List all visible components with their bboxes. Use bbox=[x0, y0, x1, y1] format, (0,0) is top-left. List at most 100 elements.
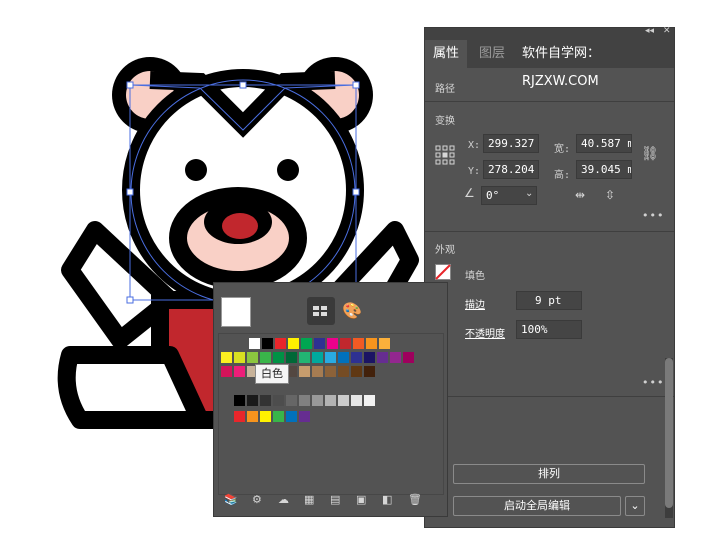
color-swatch[interactable] bbox=[247, 395, 258, 406]
color-swatch[interactable] bbox=[234, 395, 245, 406]
swatches-panel: 🎨 📚 ⚙ ☁ ▦ ▤ ▣ ◧ 🗑 bbox=[213, 282, 448, 517]
color-swatch[interactable] bbox=[286, 352, 297, 363]
color-swatch[interactable] bbox=[247, 352, 258, 363]
color-swatch[interactable] bbox=[299, 411, 310, 422]
x-label: X: bbox=[468, 140, 481, 151]
color-swatch[interactable] bbox=[338, 352, 349, 363]
more-icon[interactable]: ••• bbox=[642, 376, 664, 389]
chevron-down-icon[interactable]: ⌄ bbox=[525, 188, 533, 199]
color-swatch[interactable] bbox=[325, 366, 336, 377]
color-swatch[interactable] bbox=[234, 366, 245, 377]
section-path: 路径 bbox=[435, 84, 455, 95]
color-swatch[interactable] bbox=[273, 411, 284, 422]
color-swatch[interactable] bbox=[234, 411, 245, 422]
watermark-text: 软件自学网：RJZXW.COM bbox=[522, 46, 601, 89]
close-icon[interactable]: ✕ bbox=[663, 26, 671, 36]
swatch-options-icon[interactable]: ▦ bbox=[304, 493, 314, 506]
color-swatch[interactable] bbox=[338, 366, 349, 377]
color-swatch[interactable] bbox=[351, 395, 362, 406]
panel-topbar: ◂◂ ✕ bbox=[425, 26, 674, 40]
divider bbox=[425, 396, 674, 397]
color-swatch[interactable] bbox=[260, 352, 271, 363]
list-icon[interactable]: ▤ bbox=[330, 493, 340, 506]
arrange-button[interactable]: 排列 bbox=[453, 464, 645, 484]
chevron-down-icon[interactable]: ⌄ bbox=[625, 496, 645, 516]
color-swatch[interactable] bbox=[260, 395, 271, 406]
color-swatch[interactable] bbox=[327, 338, 338, 349]
color-swatch[interactable] bbox=[234, 352, 245, 363]
color-swatch[interactable] bbox=[338, 395, 349, 406]
color-swatch[interactable] bbox=[221, 366, 232, 377]
panel-tabs: 属性 图层 软件自学网：RJZXW.COM bbox=[425, 40, 674, 89]
flip-horizontal-icon[interactable]: ⇹ bbox=[575, 188, 585, 202]
color-swatch[interactable] bbox=[221, 352, 232, 363]
section-appearance: 外观 bbox=[435, 245, 455, 256]
color-swatch[interactable] bbox=[301, 338, 312, 349]
color-swatch[interactable] bbox=[390, 352, 401, 363]
color-swatch[interactable] bbox=[366, 338, 377, 349]
color-swatch[interactable] bbox=[312, 395, 323, 406]
double-arrow-icon[interactable]: ◂◂ bbox=[645, 26, 654, 36]
reference-point-icon[interactable] bbox=[435, 145, 455, 165]
color-swatch[interactable] bbox=[299, 366, 310, 377]
delete-icon[interactable]: 🗑 bbox=[408, 493, 422, 506]
current-fill-swatch[interactable] bbox=[221, 297, 251, 327]
color-swatch[interactable] bbox=[325, 395, 336, 406]
color-swatch[interactable] bbox=[351, 366, 362, 377]
height-input[interactable]: 39.045 m bbox=[576, 160, 632, 179]
divider bbox=[425, 101, 674, 102]
tab-properties[interactable]: 属性 bbox=[425, 40, 468, 68]
color-swatch[interactable] bbox=[325, 352, 336, 363]
color-swatch[interactable] bbox=[288, 338, 299, 349]
color-swatch[interactable] bbox=[340, 338, 351, 349]
link-icon[interactable]: ⛓ bbox=[641, 146, 659, 162]
color-swatch[interactable] bbox=[273, 352, 284, 363]
color-swatch[interactable] bbox=[364, 352, 375, 363]
panel-scrollbar[interactable] bbox=[665, 358, 673, 518]
tooltip: 白色 bbox=[255, 364, 289, 384]
color-swatch[interactable] bbox=[299, 352, 310, 363]
color-swatch[interactable] bbox=[353, 338, 364, 349]
new-swatch-icon[interactable]: ◧ bbox=[382, 493, 392, 506]
color-swatch[interactable] bbox=[312, 352, 323, 363]
color-swatch[interactable] bbox=[312, 366, 323, 377]
tab-layers[interactable]: 图层 bbox=[479, 40, 505, 68]
color-palette-icon[interactable]: 🎨 bbox=[338, 297, 366, 325]
opacity-input[interactable]: 100% bbox=[516, 320, 582, 339]
show-kinds-icon[interactable]: ⚙ bbox=[252, 493, 262, 506]
color-swatch[interactable] bbox=[403, 352, 414, 363]
color-swatch[interactable] bbox=[379, 338, 390, 349]
stroke-label[interactable]: 描边 bbox=[465, 296, 485, 311]
cloud-icon[interactable]: ☁ bbox=[278, 493, 289, 506]
color-swatch[interactable] bbox=[249, 338, 260, 349]
color-swatch[interactable] bbox=[247, 411, 258, 422]
width-label: 宽: bbox=[554, 144, 571, 155]
more-icon[interactable]: ••• bbox=[642, 209, 664, 222]
color-swatch[interactable] bbox=[299, 395, 310, 406]
global-edit-button[interactable]: 启动全局编辑 bbox=[453, 496, 621, 516]
color-swatch[interactable] bbox=[364, 366, 375, 377]
fill-none-icon[interactable] bbox=[435, 264, 451, 280]
color-swatch[interactable] bbox=[275, 338, 286, 349]
swatch-library-icon[interactable]: 📚 bbox=[224, 493, 238, 506]
color-swatch[interactable] bbox=[260, 411, 271, 422]
y-input[interactable]: 278.204 bbox=[483, 160, 539, 179]
color-swatch[interactable] bbox=[262, 338, 273, 349]
section-transform: 变换 bbox=[435, 116, 455, 127]
new-color-group-icon[interactable]: ▣ bbox=[356, 493, 366, 506]
flip-vertical-icon[interactable]: ⇳ bbox=[605, 188, 615, 202]
color-swatch[interactable] bbox=[314, 338, 325, 349]
x-input[interactable]: 299.327 bbox=[483, 134, 539, 153]
stroke-weight-input[interactable]: 9 pt bbox=[516, 291, 582, 310]
color-swatch[interactable] bbox=[286, 395, 297, 406]
color-swatch[interactable] bbox=[273, 395, 284, 406]
opacity-label[interactable]: 不透明度 bbox=[465, 325, 505, 340]
color-swatch[interactable] bbox=[364, 395, 375, 406]
color-swatch[interactable] bbox=[377, 352, 388, 363]
y-label: Y: bbox=[468, 166, 481, 177]
color-swatch[interactable] bbox=[351, 352, 362, 363]
angle-icon: ∠ bbox=[464, 186, 475, 200]
swatch-view-icon[interactable] bbox=[307, 297, 335, 325]
width-input[interactable]: 40.587 m bbox=[576, 134, 632, 153]
color-swatch[interactable] bbox=[286, 411, 297, 422]
